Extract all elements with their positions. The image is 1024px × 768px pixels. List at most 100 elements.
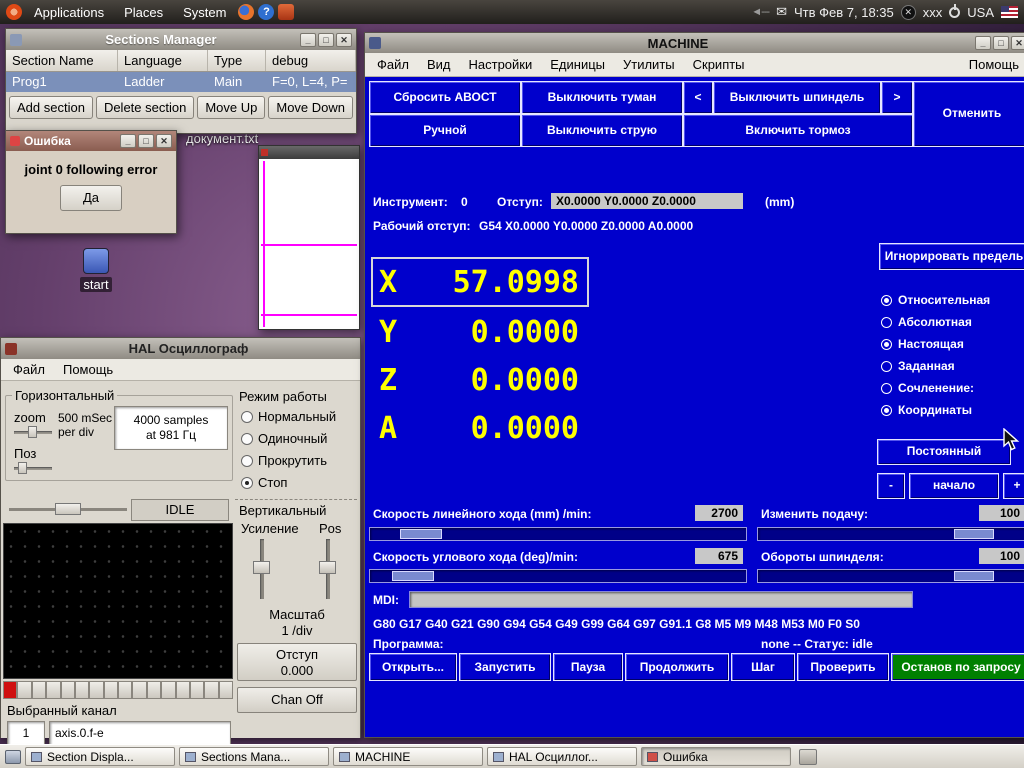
col-debug[interactable]: debug [266, 50, 356, 71]
col-type[interactable]: Type [208, 50, 266, 71]
jog-plus-button[interactable]: + [1003, 473, 1024, 499]
continuous-jog-button[interactable]: Постоянный [877, 439, 1011, 465]
feed-rate-slider[interactable] [369, 527, 747, 541]
menu-applications[interactable]: Applications [26, 3, 112, 22]
close-icon[interactable]: ✕ [336, 33, 352, 47]
menu-file[interactable]: Файл [5, 360, 53, 379]
taskbar-item-section-display[interactable]: Section Displa... [25, 747, 175, 766]
home-button[interactable]: начало [909, 473, 999, 499]
channel-toggle[interactable] [61, 681, 75, 699]
run-mode-roll[interactable]: Прокрутить [241, 453, 327, 468]
mist-off-button[interactable]: Выключить туман [521, 81, 683, 114]
channel-toggle[interactable] [3, 681, 17, 699]
channel-toggle[interactable] [190, 681, 204, 699]
ignore-limits-button[interactable]: Игнорировать предель [879, 243, 1024, 270]
channel-toggle[interactable] [147, 681, 161, 699]
feed-override-slider[interactable] [757, 527, 1024, 541]
menu-file[interactable]: Файл [369, 55, 417, 74]
menu-system[interactable]: System [175, 3, 234, 22]
move-up-button[interactable]: Move Up [197, 96, 265, 119]
vpos-slider[interactable] [317, 539, 339, 599]
channel-toggle[interactable] [89, 681, 103, 699]
menu-utilities[interactable]: Утилиты [615, 55, 683, 74]
step-button[interactable]: Шаг [731, 653, 795, 681]
firefox-icon[interactable] [238, 4, 254, 20]
channel-toggle[interactable] [118, 681, 132, 699]
desktop-icon-start[interactable]: start [76, 248, 116, 292]
zoom-slider[interactable] [14, 426, 52, 438]
channel-toggle[interactable] [132, 681, 146, 699]
section-display-window[interactable] [258, 145, 360, 330]
jog-minus-button[interactable]: - [877, 473, 905, 499]
minimize-icon[interactable]: _ [120, 134, 136, 148]
clock[interactable]: Чтв Фев 7, 18:35 [794, 5, 894, 20]
distro-logo-icon[interactable] [6, 4, 22, 20]
mdi-input[interactable] [409, 591, 913, 608]
taskbar-item-sections-manager[interactable]: Sections Mana... [179, 747, 329, 766]
gain-slider[interactable] [251, 539, 273, 599]
spindle-off-button[interactable]: Выключить шпиндель [713, 81, 881, 114]
next-button[interactable]: > [881, 81, 913, 114]
menu-view[interactable]: Вид [419, 55, 459, 74]
col-section-name[interactable]: Section Name [6, 50, 118, 71]
add-section-button[interactable]: Add section [9, 96, 93, 119]
channel-toggle[interactable] [219, 681, 233, 699]
app-launcher-icon[interactable] [278, 4, 294, 20]
radio-relative[interactable]: Относительная [881, 293, 990, 307]
open-button[interactable]: Открыть... [369, 653, 457, 681]
move-down-button[interactable]: Move Down [268, 96, 353, 119]
minimize-icon[interactable]: _ [300, 33, 316, 47]
scope-display[interactable] [3, 523, 233, 679]
section-display-titlebar[interactable] [259, 146, 359, 159]
keyboard-layout[interactable]: USA [967, 5, 994, 20]
verify-button[interactable]: Проверить [797, 653, 889, 681]
brake-on-button[interactable]: Включить тормоз [683, 114, 913, 147]
run-button[interactable]: Запустить [459, 653, 551, 681]
delete-section-button[interactable]: Delete section [96, 96, 194, 119]
channel-toggle[interactable] [104, 681, 118, 699]
close-icon[interactable]: ✕ [1011, 36, 1024, 50]
table-row[interactable]: Prog1 Ladder Main F=0, L=4, P= [6, 72, 356, 92]
angular-rate-slider[interactable] [369, 569, 747, 583]
spindle-override-slider[interactable] [757, 569, 1024, 583]
prev-button[interactable]: < [683, 81, 713, 114]
menu-help[interactable]: Помощь [55, 360, 121, 379]
manual-mode-button[interactable]: Ручной [369, 114, 521, 147]
radio-absolute[interactable]: Абсолютная [881, 315, 972, 329]
taskbar-item-machine[interactable]: MACHINE [333, 747, 483, 766]
mail-icon[interactable]: ✉ [776, 4, 787, 20]
run-mode-normal[interactable]: Нормальный [241, 409, 336, 424]
start-icon[interactable] [83, 248, 109, 274]
taskbar-item-hal-scope[interactable]: HAL Осциллог... [487, 747, 637, 766]
estop-reset-button[interactable]: Сбросить АВОСТ [369, 81, 521, 114]
taskbar-item-error[interactable]: Ошибка [641, 747, 791, 766]
trigger-position-slider[interactable] [9, 503, 127, 515]
username-label[interactable]: xxx [923, 5, 943, 20]
pause-button[interactable]: Пауза [553, 653, 623, 681]
channel-toggle[interactable] [161, 681, 175, 699]
ok-button[interactable]: Да [60, 185, 122, 211]
notification-arrow-icon[interactable]: ◄--- [751, 6, 769, 18]
channel-pin[interactable]: axis.0.f-e [49, 721, 231, 746]
channel-toggle[interactable] [46, 681, 60, 699]
machine-titlebar[interactable]: MACHINE _ □ ✕ [365, 33, 1024, 53]
maximize-icon[interactable]: □ [318, 33, 334, 47]
show-desktop-icon[interactable] [5, 750, 21, 764]
channel-toggle[interactable] [176, 681, 190, 699]
run-mode-single[interactable]: Одиночный [241, 431, 327, 446]
menu-help[interactable]: Помощь [961, 55, 1024, 74]
maximize-icon[interactable]: □ [138, 134, 154, 148]
help-icon[interactable]: ? [258, 4, 274, 20]
flood-off-button[interactable]: Выключить струю [521, 114, 683, 147]
run-mode-stop[interactable]: Стоп [241, 475, 287, 490]
close-icon[interactable]: ✕ [156, 134, 172, 148]
offset-readout[interactable]: Отступ0.000 [237, 643, 357, 681]
hal-titlebar[interactable]: HAL Осциллограф [1, 338, 360, 359]
menu-settings[interactable]: Настройки [461, 55, 541, 74]
power-icon[interactable] [949, 7, 960, 18]
channel-toggle[interactable] [204, 681, 218, 699]
menu-scripts[interactable]: Скрипты [685, 55, 753, 74]
radio-actual[interactable]: Настоящая [881, 337, 964, 351]
menu-places[interactable]: Places [116, 3, 171, 22]
resume-button[interactable]: Продолжить [625, 653, 729, 681]
